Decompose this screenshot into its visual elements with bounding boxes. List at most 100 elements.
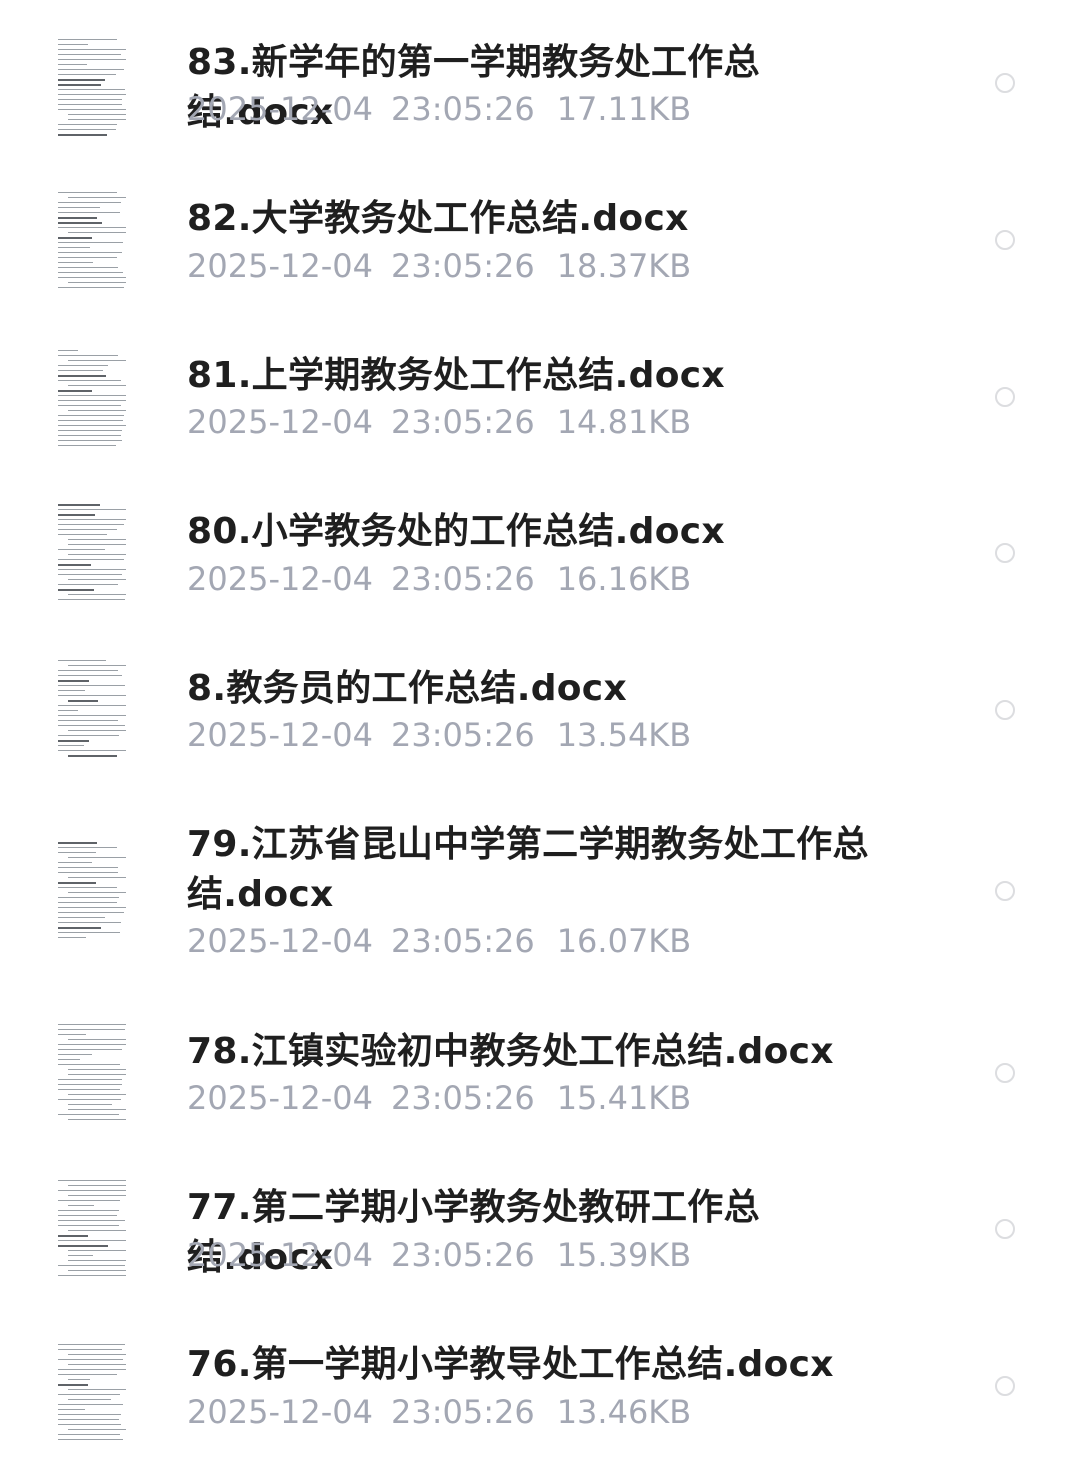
thumbnail-text-line	[58, 272, 123, 273]
thumbnail-text-line	[58, 1190, 126, 1191]
thumbnail-text-line	[58, 405, 122, 406]
file-time: 23:05:26	[390, 90, 535, 128]
select-radio[interactable]	[995, 1376, 1015, 1396]
select-radio[interactable]	[995, 1219, 1015, 1239]
thumbnail-text-line	[58, 675, 123, 676]
thumbnail-text-line	[58, 1225, 120, 1226]
docx-thumbnail-icon	[50, 188, 134, 296]
thumbnail-text-line	[68, 1270, 126, 1271]
thumbnail-text-line	[58, 1210, 120, 1211]
file-time: 23:05:26	[390, 247, 535, 285]
thumbnail-text-line	[58, 1394, 121, 1395]
thumbnail-text-line	[58, 74, 117, 75]
thumbnail-text-line	[58, 1215, 117, 1216]
thumbnail-text-line	[58, 519, 126, 520]
thumbnail-text-line	[58, 1419, 119, 1420]
thumbnail-text-line	[68, 197, 126, 198]
file-name: 80.小学教务处的工作总结.docx	[187, 511, 725, 552]
thumbnail-text-line	[58, 59, 126, 60]
select-radio[interactable]	[995, 230, 1015, 250]
file-name: 8.教务员的工作总结.docx	[187, 668, 627, 709]
thumbnail-text-line	[58, 1099, 122, 1100]
thumbnail-text-line	[58, 435, 121, 436]
thumbnail-text-line	[58, 1220, 125, 1221]
file-name: 76.第一学期小学教导处工作总结.docx	[187, 1344, 834, 1385]
file-meta: 2025-12-04 23:05:26 13.54KB	[187, 712, 691, 758]
thumbnail-text-line	[58, 922, 121, 923]
thumbnail-text-line	[58, 430, 122, 431]
select-radio[interactable]	[995, 881, 1015, 901]
file-meta: 2025-12-04 23:05:26 16.16KB	[187, 556, 691, 602]
thumbnail-text-line	[68, 579, 126, 580]
thumbnail-text-line	[58, 227, 126, 228]
thumbnail-text-line	[58, 99, 122, 100]
thumbnail-text-line	[58, 1114, 120, 1115]
thumbnail-text-line	[58, 242, 124, 243]
thumbnail-text-line	[58, 252, 122, 253]
file-meta: 2025-12-04 23:05:26 17.11KB	[187, 86, 691, 132]
thumbnail-text-line	[58, 1424, 122, 1425]
thumbnail-text-line	[68, 1379, 91, 1380]
thumbnail-text-line	[58, 917, 105, 918]
docx-thumbnail-icon	[50, 346, 134, 454]
select-radio[interactable]	[995, 73, 1015, 93]
select-radio[interactable]	[995, 387, 1015, 407]
thumbnail-text-line	[68, 1185, 126, 1186]
file-meta: 2025-12-04 23:05:26 18.37KB	[187, 243, 691, 289]
file-name: 82.大学教务处工作总结.docx	[187, 198, 689, 239]
thumbnail-text-line	[58, 134, 108, 136]
file-name: 79.江苏省昆山中学第二学期教务处工作总结.docx	[187, 824, 869, 915]
thumbnail-text-line	[58, 549, 105, 550]
thumbnail-text-line	[58, 902, 117, 903]
file-date: 2025-12-04	[187, 403, 373, 441]
thumbnail-text-line	[68, 1195, 126, 1196]
file-meta: 2025-12-04 23:05:26 16.07KB	[187, 918, 691, 964]
thumbnail-text-line	[58, 1240, 126, 1241]
thumbnail-text-line	[58, 287, 124, 288]
file-time: 23:05:26	[390, 1393, 535, 1431]
thumbnail-text-line	[58, 390, 93, 392]
thumbnail-text-line	[68, 1119, 126, 1120]
file-meta: 2025-12-04 23:05:26 15.41KB	[187, 1075, 691, 1121]
docx-thumbnail-icon	[50, 1340, 134, 1448]
thumbnail-text-line	[58, 514, 95, 516]
file-date: 2025-12-04	[187, 247, 373, 285]
thumbnail-text-line	[58, 569, 126, 570]
thumbnail-text-line	[58, 872, 118, 873]
file-name: 81.上学期教务处工作总结.docx	[187, 355, 725, 396]
thumbnail-text-line	[58, 400, 126, 401]
thumbnail-text-line	[58, 94, 126, 95]
thumbnail-text-line	[58, 504, 101, 506]
thumbnail-text-line	[58, 267, 118, 268]
thumbnail-text-line	[58, 375, 106, 377]
thumbnail-text-line	[58, 192, 117, 193]
select-radio[interactable]	[995, 543, 1015, 563]
thumbnail-text-line	[58, 420, 124, 421]
thumbnail-text-line	[58, 867, 118, 868]
thumbnail-text-line	[58, 1344, 126, 1345]
thumbnail-text-line	[68, 282, 126, 283]
thumbnail-text-line	[58, 1054, 92, 1055]
select-radio[interactable]	[995, 1063, 1015, 1083]
thumbnail-text-line	[58, 599, 126, 600]
file-size: 16.07KB	[556, 922, 692, 960]
thumbnail-text-line	[58, 1374, 117, 1375]
thumbnail-text-line	[58, 257, 118, 258]
file-time: 23:05:26	[390, 403, 535, 441]
file-size: 15.39KB	[556, 1236, 692, 1274]
file-name: 78.江镇实验初中教务处工作总结.docx	[187, 1031, 834, 1072]
file-time: 23:05:26	[390, 922, 535, 960]
thumbnail-text-line	[58, 440, 123, 441]
file-list: 83.新学年的第一学期教务处工作总结.docx 2025-12-04 23:05:…	[0, 0, 1080, 1457]
thumbnail-text-line	[58, 1084, 122, 1085]
thumbnail-text-line	[68, 1205, 94, 1206]
thumbnail-text-line	[58, 1235, 89, 1237]
thumbnail-text-line	[68, 114, 126, 115]
select-radio[interactable]	[995, 700, 1015, 720]
thumbnail-text-line	[58, 1265, 126, 1266]
thumbnail-text-line	[58, 574, 123, 575]
thumbnail-text-line	[58, 89, 126, 90]
thumbnail-text-line	[68, 1399, 112, 1400]
thumbnail-text-line	[58, 69, 124, 70]
thumbnail-text-line	[58, 534, 108, 535]
